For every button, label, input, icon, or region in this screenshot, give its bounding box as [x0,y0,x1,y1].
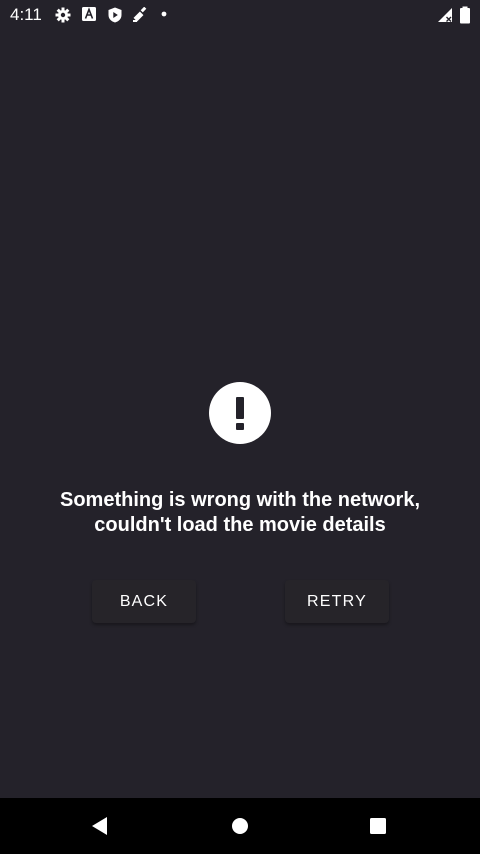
status-time: 4:11 [10,5,42,24]
nav-home-icon[interactable] [226,812,254,840]
navigation-bar [0,798,480,854]
nav-recents-icon[interactable] [364,812,392,840]
shield-play-icon [107,7,123,23]
status-bar: 4:11 [0,0,480,30]
exclamation-icon [209,382,271,444]
error-screen: 4:11 Something is wrong with the network… [0,0,480,854]
nav-back-icon[interactable] [87,812,115,840]
back-button[interactable]: BACK [92,580,196,623]
battery-icon [459,6,471,24]
error-message: Something is wrong with the network, cou… [59,489,420,536]
settings-gear-icon [55,7,71,23]
accessibility-a-icon [82,7,98,23]
notification-dot-icon [160,10,168,18]
satellite-dish-icon [132,7,148,23]
cell-signal-icon [437,7,453,23]
retry-button[interactable]: RETRY [285,580,389,623]
